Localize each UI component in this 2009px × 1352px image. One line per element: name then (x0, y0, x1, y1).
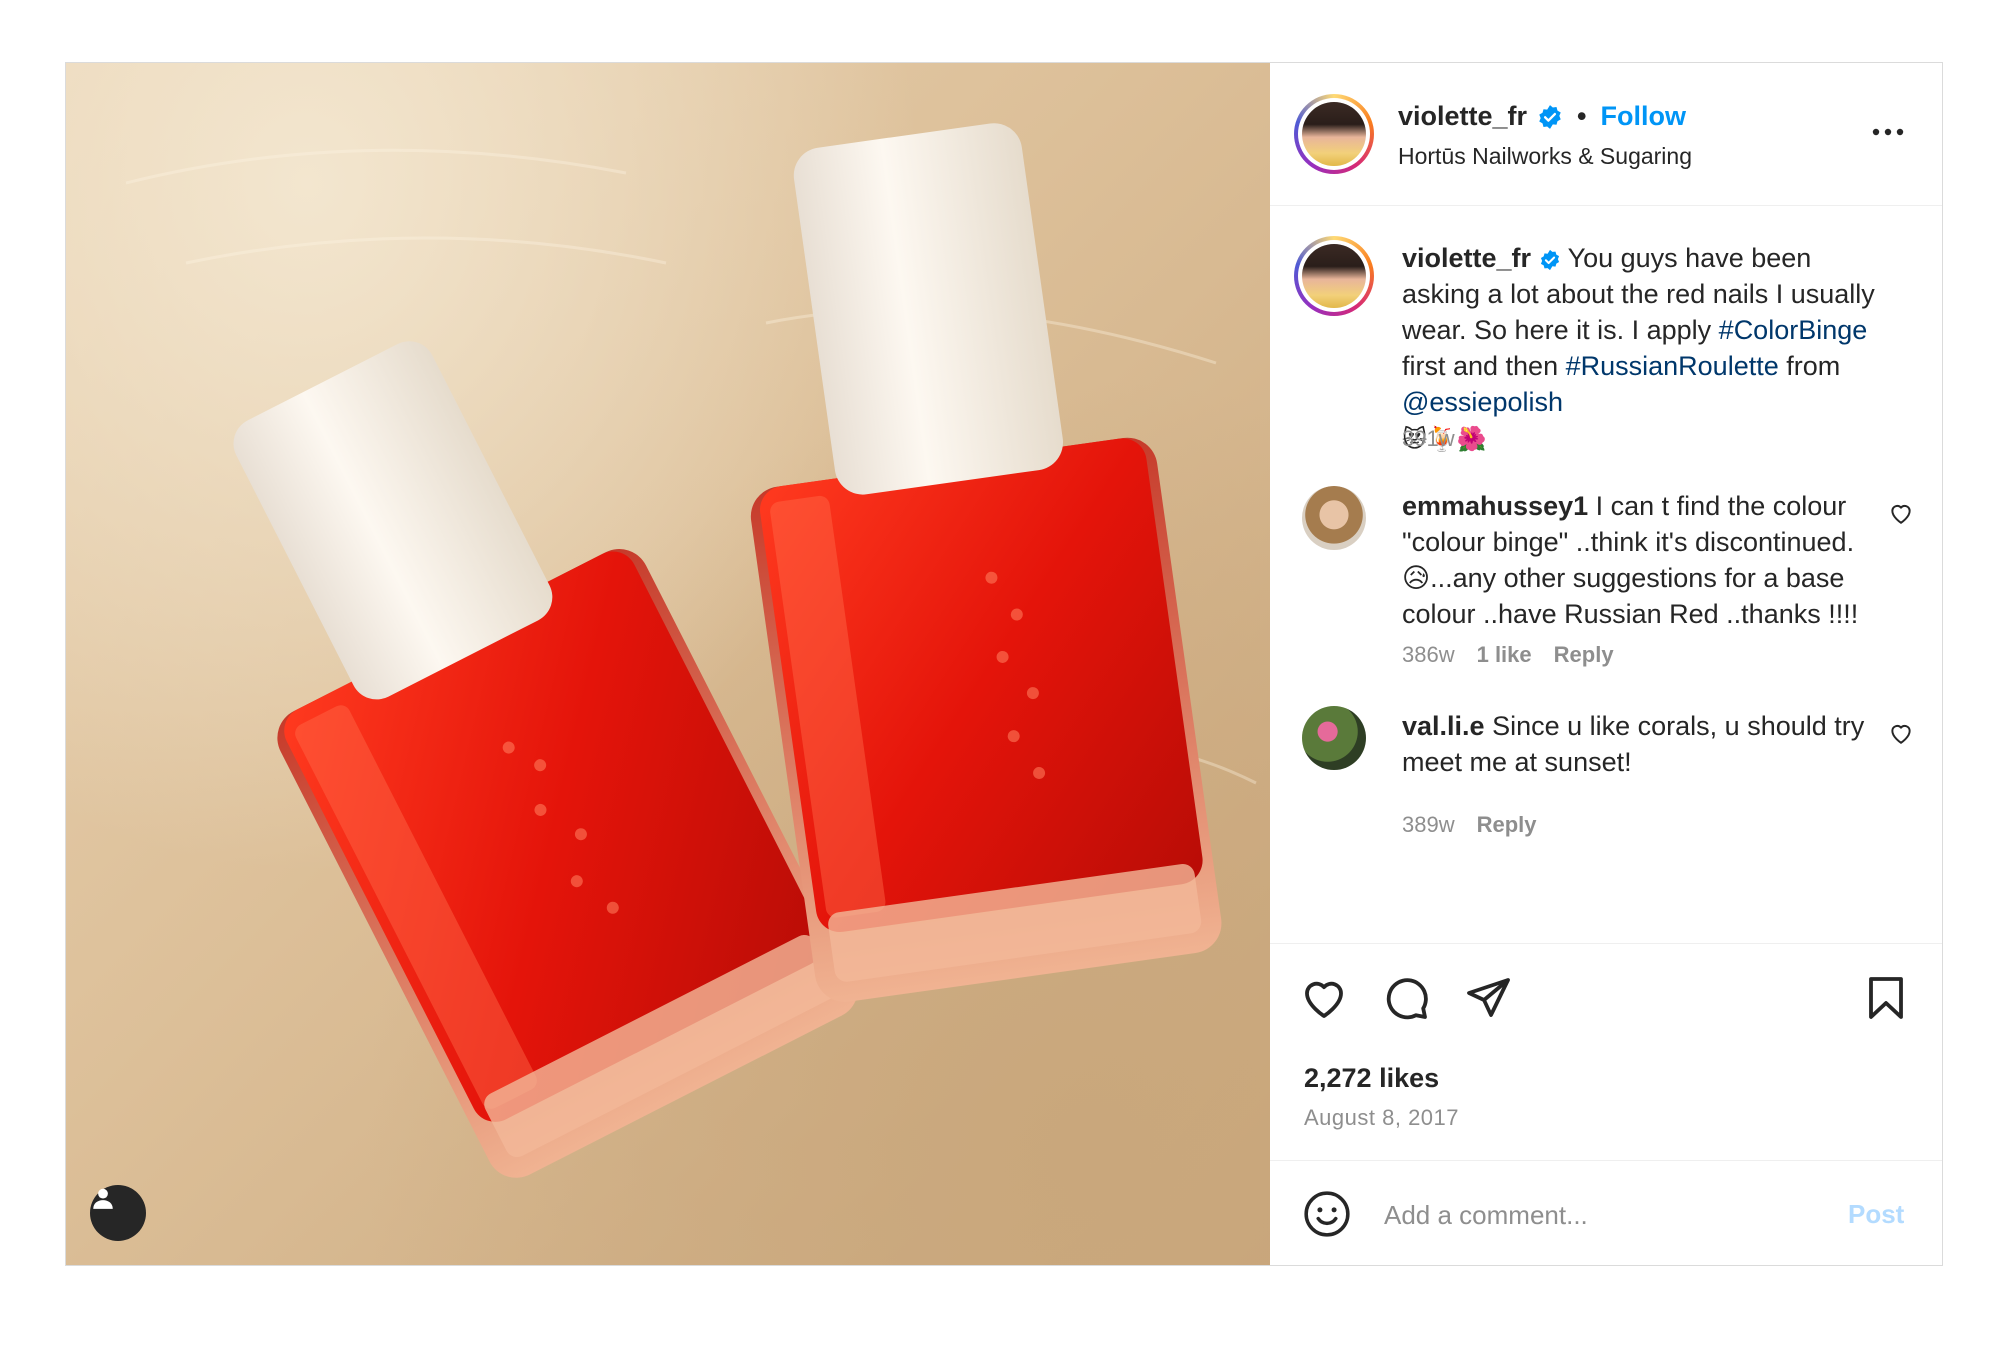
verified-badge-icon (1539, 104, 1561, 129)
commenter-username[interactable]: val.li.e (1402, 711, 1485, 741)
post-comment-button[interactable]: Post (1848, 1199, 1904, 1230)
commenter-avatar[interactable] (1302, 706, 1366, 770)
post-card: violette_fr • Follow Hortūs Nailworks & … (65, 62, 1943, 1266)
add-comment-bar: Post (1270, 1160, 1942, 1266)
comment-text: val.li.e Since u like corals, u should t… (1402, 708, 1892, 780)
caption-avatar-ring[interactable] (1294, 236, 1374, 316)
nail-polish-photo (125, 123, 1257, 1178)
comment-meta: 386w 1 like Reply (1402, 642, 1614, 668)
post-header: violette_fr • Follow Hortūs Nailworks & … (1270, 63, 1942, 206)
hashtag-link[interactable]: #ColorBinge (1719, 315, 1868, 345)
comment-timestamp[interactable]: 389w (1402, 812, 1455, 837)
comment-text: emmahussey1 I can t find the colour "col… (1402, 488, 1892, 632)
person-icon (93, 1188, 113, 1209)
likes-count[interactable]: 2,272 likes (1304, 1063, 1439, 1094)
reply-button[interactable]: Reply (1554, 642, 1614, 667)
post-image[interactable] (66, 63, 1270, 1265)
comment-meta: 389w Reply (1402, 812, 1537, 838)
more-horizontal-icon[interactable] (1868, 117, 1908, 147)
caption-username[interactable]: violette_fr (1402, 243, 1531, 273)
author-avatar (1302, 102, 1366, 166)
comment-like-heart-icon[interactable] (1888, 500, 1914, 526)
emoji-smiley-icon[interactable] (1302, 1189, 1352, 1239)
caption-meta: 391w (1402, 426, 1455, 452)
post-date: August 8, 2017 (1304, 1105, 1460, 1130)
bookmark-icon[interactable] (1862, 974, 1910, 1022)
commenter-username[interactable]: emmahussey1 (1402, 491, 1588, 521)
comment-bubble-icon[interactable] (1382, 974, 1430, 1022)
post-location[interactable]: Hortūs Nailworks & Sugaring (1398, 143, 1692, 170)
post-side-panel: violette_fr • Follow Hortūs Nailworks & … (1270, 63, 1942, 1265)
paper-plane-icon[interactable] (1464, 974, 1512, 1022)
heart-icon[interactable] (1300, 974, 1348, 1022)
header-line: violette_fr • Follow (1398, 101, 1686, 132)
caption-text: violette_fr You guys have been asking a … (1402, 240, 1892, 458)
verified-badge-icon (1540, 249, 1559, 270)
caption-body-2: first and then (1402, 351, 1559, 381)
mention-link[interactable]: @essiepolish (1402, 387, 1563, 417)
action-bar (1270, 943, 1942, 1064)
reply-button[interactable]: Reply (1477, 812, 1537, 837)
author-avatar-ring[interactable] (1294, 94, 1374, 174)
separator-dot: • (1577, 101, 1587, 131)
comments-section: violette_fr You guys have been asking a … (1270, 206, 1942, 942)
caption-avatar (1302, 244, 1366, 308)
comment-likes-count[interactable]: 1 like (1477, 642, 1532, 667)
caption-body-3: from (1786, 351, 1841, 381)
tagged-users-button[interactable] (90, 1185, 146, 1241)
follow-button[interactable]: Follow (1601, 101, 1686, 132)
comment-like-heart-icon[interactable] (1888, 720, 1914, 746)
hashtag-link[interactable]: #RussianRoulette (1566, 351, 1779, 381)
comment-input[interactable] (1382, 1189, 1826, 1241)
caption-timestamp[interactable]: 391w (1402, 426, 1455, 451)
comment-timestamp[interactable]: 386w (1402, 642, 1455, 667)
author-username[interactable]: violette_fr (1398, 101, 1527, 132)
commenter-avatar[interactable] (1302, 486, 1366, 550)
